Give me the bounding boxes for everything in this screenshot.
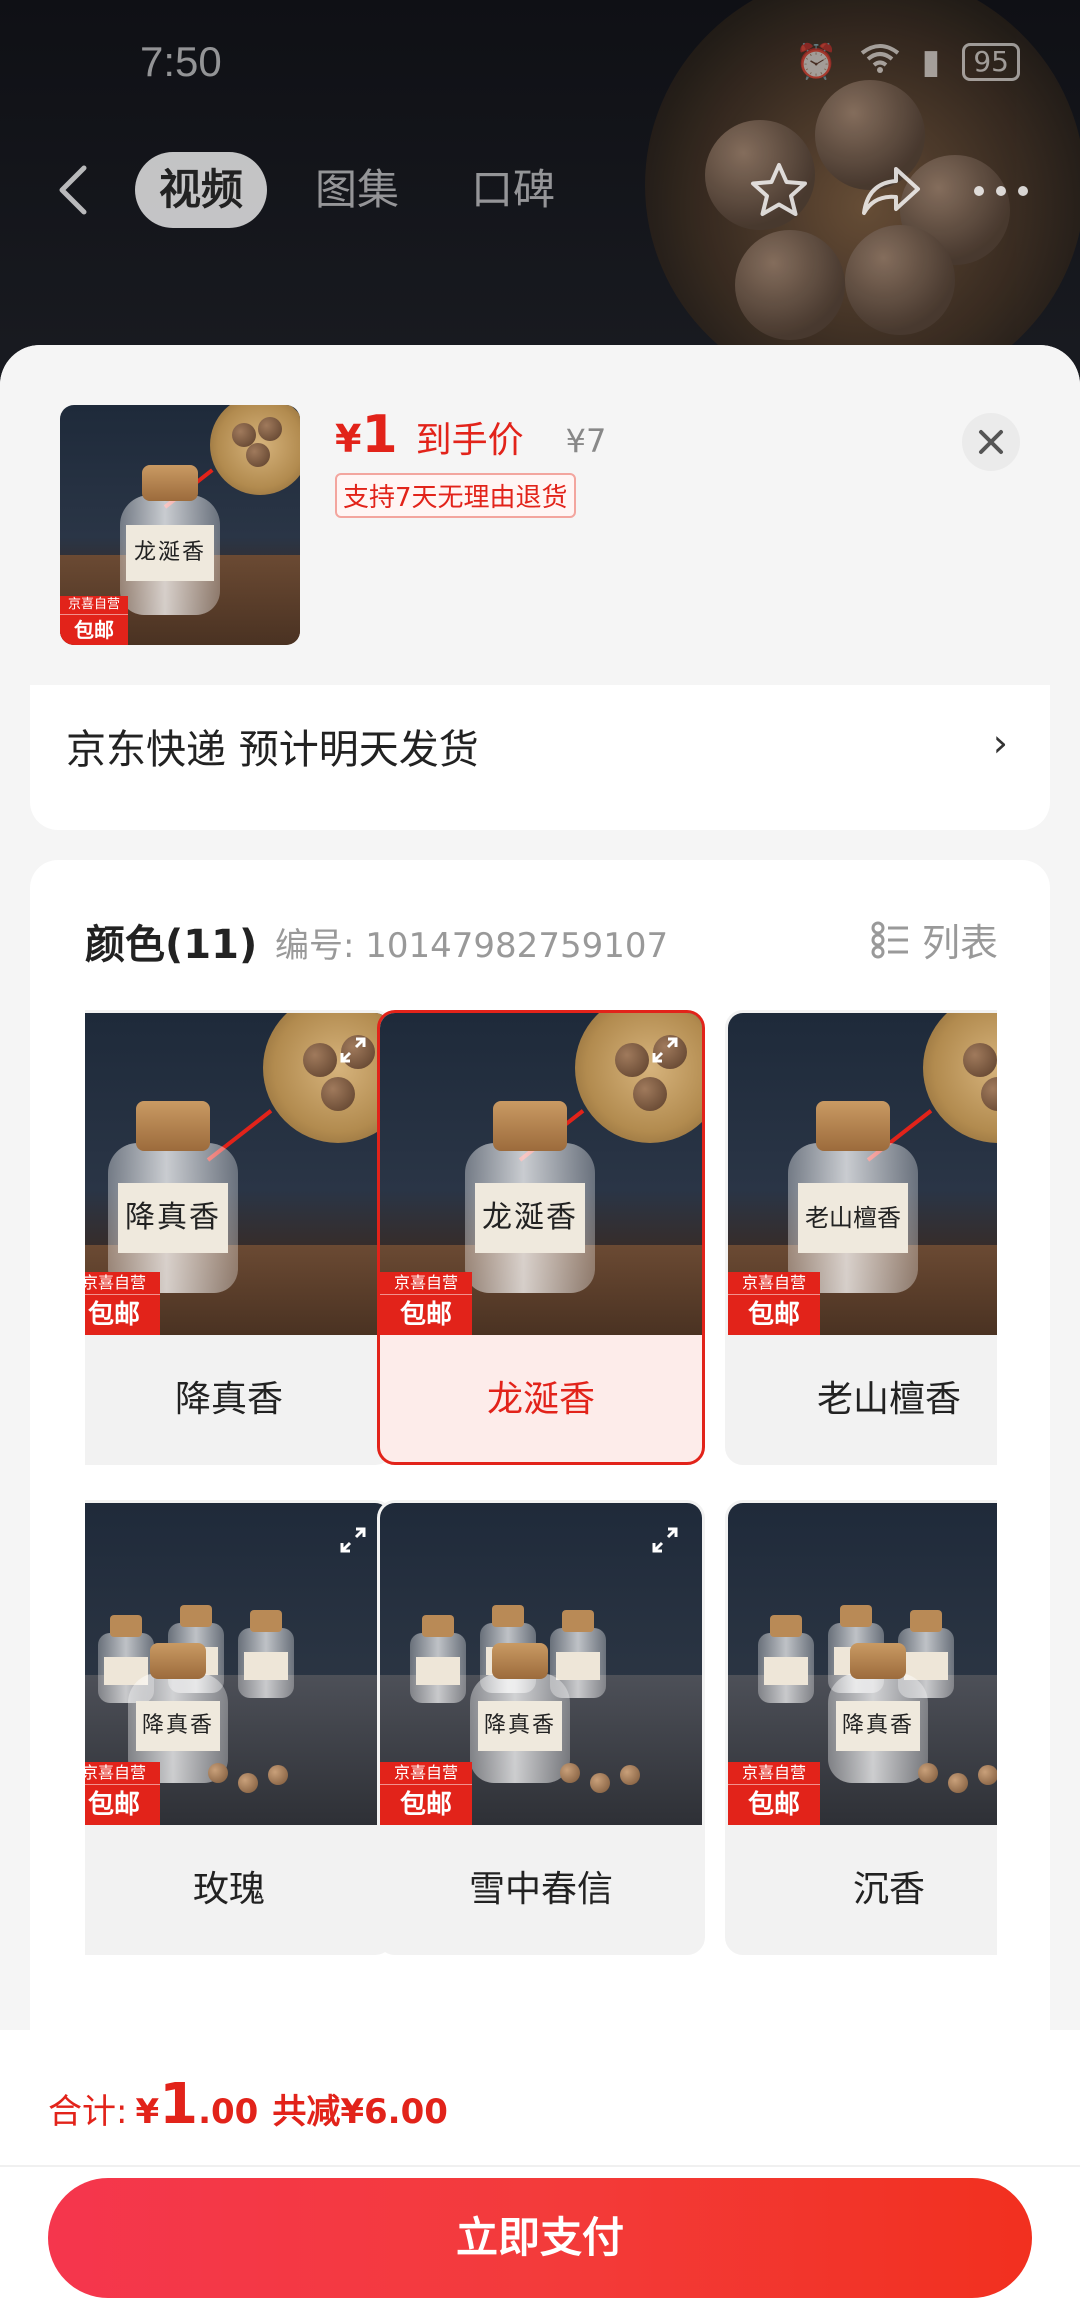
sku-selector-sheet: 京东快递 预计明天发货 › 龙涎香 京喜自营 包邮 ¥1 到手价 ¥7 支持7天… [0,345,1080,2310]
total-currency: ¥ [135,2092,160,2132]
option-label: 沉香 [852,1869,925,1910]
alarm-icon: ⏰ [795,42,838,82]
divider [0,2165,1080,2167]
color-option[interactable]: 降真香 京喜自营 包邮 沉香 [725,1500,997,1955]
color-options-grid: 降真香 京喜自营 包邮 降真香 龙涎香 京喜自营 包邮 龙涎香 老山檀香 京喜自… [85,1010,997,1990]
checkout-bar: 合计: ¥ 1 .00 共减¥6.00 立即支付 [0,2030,1080,2310]
color-option-selected[interactable]: 龙涎香 京喜自营 包邮 龙涎香 [377,1010,705,1465]
option-image: 龙涎香 京喜自营 包邮 [380,1013,702,1335]
jar-label: 降真香 [118,1183,228,1253]
total-price: 合计: ¥ 1 .00 共减¥6.00 [48,2072,448,2137]
delivery-info: 京东快递 预计明天发货 [66,727,479,773]
expand-icon[interactable] [650,1525,680,1559]
option-image: 降真香 京喜自营 包邮 [85,1013,390,1335]
tab-reviews[interactable]: 口碑 [447,152,579,228]
jd-shipping-badge: 京喜自营 包邮 [85,1762,160,1825]
total-label: 合计: [48,2092,128,2132]
total-decimal: .00 [198,2092,259,2132]
list-view-toggle[interactable]: 列表 [870,912,998,967]
back-icon[interactable] [50,162,98,218]
final-price-label: 到手价 [415,420,524,461]
star-icon[interactable] [748,160,810,222]
pay-now-button[interactable]: 立即支付 [48,2178,1032,2298]
chevron-right-icon: › [992,721,1008,765]
status-icons: ⏰ ▮ 95 [795,42,1020,82]
battery-indicator: 95 [962,43,1020,81]
discount-amount: 共减¥6.00 [272,2092,448,2132]
color-option[interactable]: 老山檀香 京喜自营 包邮 老山檀香 [725,1010,997,1465]
total-integer: 1 [159,2072,199,2137]
status-bar: 7:50 ⏰ ▮ 95 [0,0,1080,130]
final-price: ¥1 [335,405,398,465]
jar-label: 降真香 [136,1701,220,1751]
list-view-label: 列表 [921,921,998,965]
return-policy-badge: 支持7天无理由退货 [335,473,576,518]
jd-shipping-badge: 京喜自营 包邮 [85,1272,160,1335]
expand-icon[interactable] [338,1035,368,1069]
jar-label: 龙涎香 [126,525,214,581]
jd-shipping-badge: 京喜自营 包邮 [380,1272,472,1335]
share-icon[interactable] [860,163,922,219]
tab-video[interactable]: 视频 [135,152,268,228]
option-image: 降真香 京喜自营 包邮 [85,1503,390,1825]
top-navigation: 视频 图集 口碑 [0,140,1080,240]
tab-gallery[interactable]: 图集 [291,152,423,228]
sheet-header: 龙涎香 京喜自营 包邮 ¥1 到手价 ¥7 支持7天无理由退货 [0,345,1080,685]
more-icon[interactable] [972,184,1030,198]
product-thumbnail[interactable]: 龙涎香 京喜自营 包邮 [60,405,300,645]
jar-label: 龙涎香 [475,1183,585,1253]
jar-label: 降真香 [478,1701,562,1751]
list-icon [871,921,908,958]
close-icon [979,430,1003,454]
spec-title: 颜色(11) [85,922,258,968]
jd-shipping-badge: 京喜自营 包邮 [380,1762,472,1825]
original-price: ¥7 [565,422,607,460]
close-button[interactable] [962,413,1020,471]
jar-label: 老山檀香 [798,1183,908,1253]
expand-icon[interactable] [650,1035,680,1069]
expand-icon[interactable] [338,1525,368,1559]
option-label: 老山檀香 [816,1379,961,1420]
option-label: 降真香 [174,1379,283,1420]
color-option[interactable]: 降真香 京喜自营 包邮 玫瑰 [85,1500,393,1955]
status-time: 7:50 [140,38,222,85]
option-image: 老山檀香 京喜自营 包邮 [728,1013,997,1335]
option-label: 雪中春信 [468,1869,613,1910]
jd-shipping-badge: 京喜自营 包邮 [728,1762,820,1825]
jd-shipping-badge: 京喜自营 包邮 [60,596,128,645]
option-image: 降真香 京喜自营 包邮 [380,1503,702,1825]
product-code: 编号: 10147982759107 [275,926,669,966]
color-option[interactable]: 降真香 京喜自营 包邮 降真香 [85,1010,393,1465]
option-label: 玫瑰 [192,1869,265,1910]
wifi-icon [860,42,900,82]
jar-label: 降真香 [836,1701,920,1751]
sim-icon: ▮ [921,42,941,82]
jd-shipping-badge: 京喜自营 包邮 [728,1272,820,1335]
option-image: 降真香 京喜自营 包邮 [728,1503,997,1825]
media-tabs: 视频 图集 口碑 [135,152,579,228]
price-row: ¥1 到手价 ¥7 [335,405,606,465]
option-label: 龙涎香 [486,1379,595,1420]
nav-actions [748,160,1030,222]
color-option[interactable]: 降真香 京喜自营 包邮 雪中春信 [377,1500,705,1955]
